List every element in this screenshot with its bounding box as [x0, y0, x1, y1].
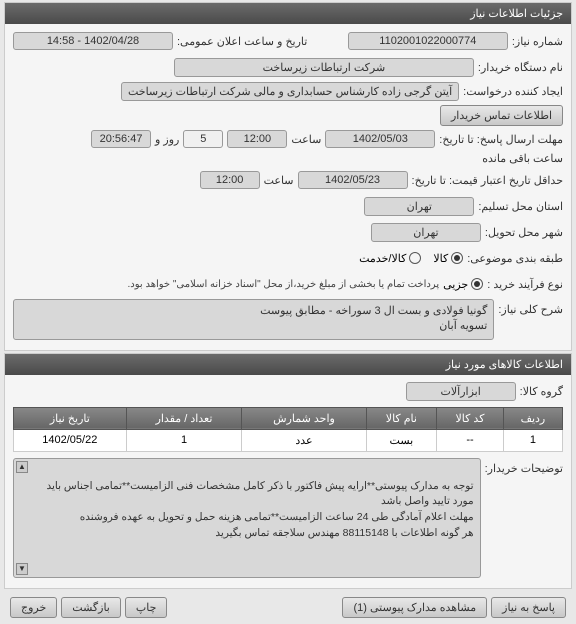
delloc-field: تهران — [371, 223, 481, 242]
category-goods-option[interactable]: کالا — [433, 252, 463, 265]
goods-group-label: گروه کالا: — [520, 385, 563, 398]
time-label-1: ساعت — [291, 133, 321, 146]
creator-label: ایجاد کننده درخواست: — [463, 85, 563, 98]
deadline-label: مهلت ارسال پاسخ: تا تاریخ: — [439, 133, 563, 146]
respond-button[interactable]: پاسخ به نیاز — [491, 597, 566, 618]
process-note: پرداخت تمام یا بخشی از مبلغ خرید،از محل … — [128, 279, 440, 290]
goods-panel: اطلاعات کالاهای مورد نیاز گروه کالا: ابز… — [4, 353, 572, 589]
panel-header-2: اطلاعات کالاهای مورد نیاز — [5, 354, 571, 375]
pubdate-field: 1402/04/28 - 14:58 — [13, 32, 173, 50]
cell-idx: 1 — [503, 429, 562, 451]
need-details-panel: جزئیات اطلاعات نیاز شماره نیاز: 11020010… — [4, 2, 572, 351]
validity-label: حداقل تاریخ اعتبار قیمت: تا تاریخ: — [412, 174, 563, 187]
col-idx: ردیف — [503, 407, 562, 429]
reqno-label: شماره نیاز: — [512, 35, 563, 48]
category-label: طبقه بندی موضوعی: — [467, 252, 563, 265]
goods-group-field: ابزارآلات — [406, 382, 516, 401]
cell-unit: عدد — [242, 429, 366, 451]
buyer-desc-box: توجه به مدارک پیوستی**ارایه پیش فاکتور ب… — [13, 458, 481, 578]
buyer-label: نام دستگاه خریدار: — [478, 61, 563, 74]
title-textarea: گونیا فولادی و بست ال 3 سوراخه - مطابق پ… — [13, 299, 494, 340]
radio-checked-icon — [451, 252, 463, 264]
validity-date-field: 1402/05/23 — [298, 171, 408, 189]
buyer-desc-label: توضیحات خریدار: — [485, 462, 563, 475]
title-label: شرح کلی نیاز: — [498, 303, 563, 316]
exit-button[interactable]: خروج — [10, 597, 57, 618]
validity-time-field: 12:00 — [200, 171, 260, 189]
print-button[interactable]: چاپ — [125, 597, 168, 618]
cell-name: بست — [366, 429, 437, 451]
process-partial-option[interactable]: جزیی — [443, 278, 483, 291]
scroll-down-icon[interactable]: ▼ — [16, 563, 28, 575]
table-row[interactable]: 1 -- بست عدد 1 1402/05/22 — [14, 429, 563, 451]
goods-table: ردیف کد کالا نام کالا واحد شمارش تعداد /… — [13, 407, 563, 452]
buyer-desc-text: توجه به مدارک پیوستی**ارایه پیش فاکتور ب… — [46, 480, 473, 539]
col-unit: واحد شمارش — [242, 407, 366, 429]
cell-date: 1402/05/22 — [14, 429, 127, 451]
delloc-label: شهر محل تحویل: — [485, 226, 563, 239]
days-field: 5 — [183, 130, 223, 148]
process-label: نوع فرآیند خرید : — [487, 278, 563, 291]
cell-qty: 1 — [126, 429, 242, 451]
category-radio-group: کالا کالا/خدمت — [359, 252, 463, 265]
radio-checked-icon — [471, 278, 483, 290]
attachments-button[interactable]: مشاهده مدارک پیوستی (1) — [342, 597, 487, 618]
col-date: تاریخ نیاز — [14, 407, 127, 429]
col-code: کد کالا — [437, 407, 504, 429]
pubdate-label: تاریخ و ساعت اعلان عمومی: — [177, 35, 307, 48]
contact-button[interactable]: اطلاعات تماس خریدار — [440, 105, 563, 126]
radio-icon — [409, 252, 421, 264]
reqloc-label: استان محل تسلیم: — [478, 200, 563, 213]
deadline-date-field: 1402/05/03 — [325, 130, 435, 148]
creator-field: آیتن گرجی زاده کارشناس حسابداری و مالی ش… — [121, 82, 459, 101]
back-button[interactable]: بازگشت — [61, 597, 121, 618]
bottom-button-bar: پاسخ به نیاز مشاهده مدارک پیوستی (1) چاپ… — [0, 591, 576, 624]
table-header-row: ردیف کد کالا نام کالا واحد شمارش تعداد /… — [14, 407, 563, 429]
reqno-field: 1102001022000774 — [348, 32, 508, 50]
category-service-option[interactable]: کالا/خدمت — [359, 252, 421, 265]
buyer-field: شرکت ارتباطات زیرساخت — [174, 58, 474, 77]
deadline-time-field: 12:00 — [227, 130, 287, 148]
panel-header-1: جزئیات اطلاعات نیاز — [5, 3, 571, 24]
process-radio-group: جزیی — [443, 278, 483, 291]
reqloc-field: تهران — [364, 197, 474, 216]
cell-code: -- — [437, 429, 504, 451]
scroll-up-icon[interactable]: ▲ — [16, 461, 28, 473]
day-label: روز و — [155, 133, 179, 146]
remain-label: ساعت باقی مانده — [482, 152, 563, 165]
remaining-field: 20:56:47 — [91, 130, 151, 148]
col-qty: تعداد / مقدار — [126, 407, 242, 429]
time-label-2: ساعت — [264, 174, 294, 187]
col-name: نام کالا — [366, 407, 437, 429]
